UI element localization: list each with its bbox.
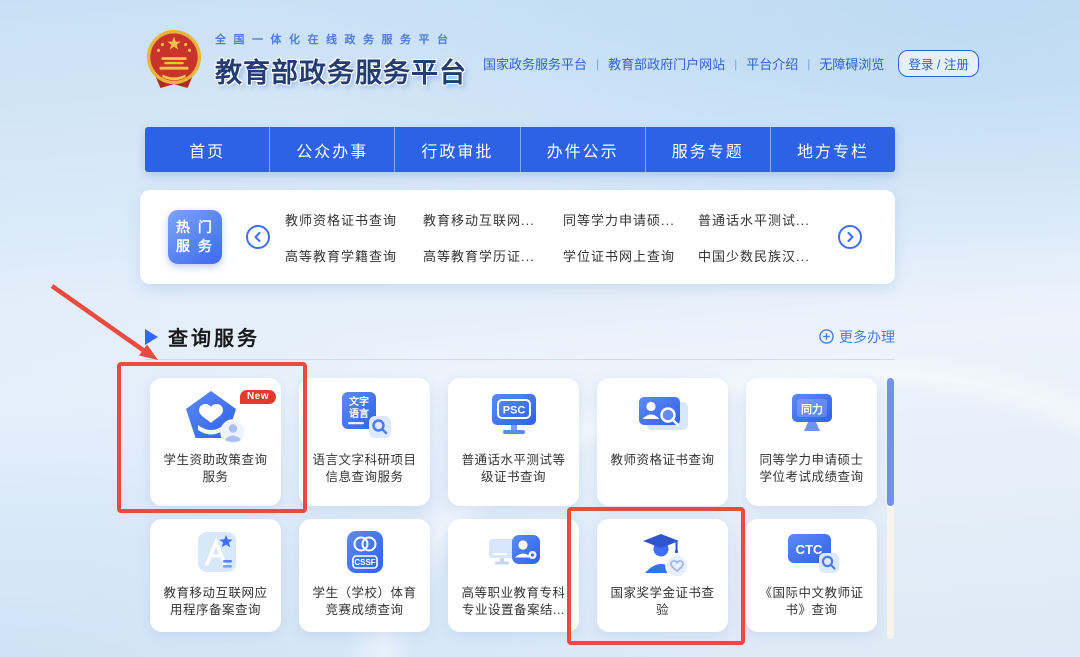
svg-text:PSC: PSC <box>502 405 525 417</box>
hot-services-badge: 热 门 服 务 <box>168 210 222 264</box>
hot-services-panel: 热 门 服 务 教师资格证书查询 教育移动互联网... 同等学力申请硕... 普… <box>140 190 895 284</box>
card-label: 国家奖学金证书查验 <box>610 585 714 619</box>
page: 全国一体化在线政务服务平台 教育部政务服务平台 国家政务服务平台 | 教育部政府… <box>0 0 1080 657</box>
nav-tab-home[interactable]: 首页 <box>145 127 269 172</box>
cssf-icon: CSSF <box>332 529 398 579</box>
service-cards-grid: New 学生资助政策查询服务 文字 语言 <box>150 378 877 632</box>
hot-badge-line2: 服 务 <box>176 237 214 256</box>
card-label: 学生（学校）体育竞赛成绩查询 <box>312 585 416 619</box>
card-edu-app-record-query[interactable]: 教育移动互联网应用程序备案查询 <box>150 519 281 632</box>
link-platform-intro[interactable]: 平台介绍 <box>746 54 798 73</box>
hot-links-grid: 教师资格证书查询 教育移动互联网... 同等学力申请硕... 普通话水平测试..… <box>285 190 850 284</box>
vocational-record-icon <box>481 529 547 579</box>
platform-small-title: 全国一体化在线政务服务平台 <box>215 31 467 47</box>
card-national-scholarship-verify[interactable]: 国家奖学金证书查验 <box>597 519 728 632</box>
hot-scroll-left-button[interactable] <box>246 225 270 249</box>
card-label: 《国际中文教师证书》查询 <box>759 585 863 619</box>
hot-link[interactable]: 学位证书网上查询 <box>563 246 698 265</box>
card-label: 同等学力申请硕士学位考试成绩查询 <box>759 452 863 486</box>
section-divider <box>145 359 895 360</box>
ctc-icon: CTC <box>779 529 845 579</box>
card-label: 教师资格证书查询 <box>610 452 714 469</box>
hot-link[interactable]: 普通话水平测试... <box>698 210 850 229</box>
card-label: 普通话水平测试等级证书查询 <box>461 452 565 486</box>
header: 全国一体化在线政务服务平台 教育部政务服务平台 <box>145 28 467 92</box>
card-tongdengxueli-score-query[interactable]: 同力 同等学力申请硕士学位考试成绩查询 <box>746 378 877 506</box>
chevron-right-icon <box>845 232 855 242</box>
card-language-research-query[interactable]: 文字 语言 语言文字科研项目信息查询服务 <box>299 378 430 506</box>
hot-link[interactable]: 教育移动互联网... <box>423 210 563 229</box>
card-label: 高等职业教育专科专业设置备案结... <box>461 585 565 619</box>
card-school-sports-score-query[interactable]: CSSF 学生（学校）体育竞赛成绩查询 <box>299 519 430 632</box>
separator: | <box>807 57 810 71</box>
hot-link[interactable]: 高等教育学历证... <box>423 246 563 265</box>
nav-tab-service-topics[interactable]: 服务专题 <box>645 127 770 172</box>
card-label: 教育移动互联网应用程序备案查询 <box>163 585 267 619</box>
hot-scroll-right-button[interactable] <box>838 225 862 249</box>
vertical-scrollbar-track[interactable] <box>887 378 894 639</box>
link-accessibility[interactable]: 无障碍浏览 <box>819 54 884 73</box>
platform-titles: 全国一体化在线政务服务平台 教育部政务服务平台 <box>215 31 467 90</box>
more-services-label: 更多办理 <box>839 327 895 347</box>
national-emblem-logo <box>145 28 203 92</box>
svg-text:CTC: CTC <box>795 542 822 557</box>
svg-text:文字: 文字 <box>349 395 369 408</box>
hot-link[interactable]: 中国少数民族汉... <box>698 246 850 265</box>
teacher-certificate-icon <box>630 389 696 445</box>
section-arrow-icon <box>145 329 158 345</box>
scholarship-certificate-icon <box>630 529 696 579</box>
login-register-button[interactable]: 登录 / 注册 <box>898 50 978 77</box>
hot-badge-line1: 热 门 <box>176 218 214 237</box>
card-label: 语言文字科研项目信息查询服务 <box>312 452 416 486</box>
svg-text:CSSF: CSSF <box>354 558 375 567</box>
more-services-link[interactable]: 更多办理 <box>819 327 895 347</box>
platform-title: 教育部政务服务平台 <box>215 51 467 90</box>
main-nav: 首页 公众办事 行政审批 办件公示 服务专题 地方专栏 <box>145 127 895 172</box>
separator: | <box>596 57 599 71</box>
card-international-chinese-teacher-cert-query[interactable]: CTC 《国际中文教师证书》查询 <box>746 519 877 632</box>
link-moe-portal[interactable]: 教育部政府门户网站 <box>608 54 725 73</box>
plus-circle-icon <box>819 329 834 344</box>
header-links: 国家政务服务平台 | 教育部政府门户网站 | 平台介绍 | 无障碍浏览 登录 /… <box>483 50 979 77</box>
vertical-scrollbar-thumb[interactable] <box>887 378 894 506</box>
chevron-left-icon <box>253 232 263 242</box>
student-aid-icon <box>183 389 249 445</box>
hot-link[interactable]: 高等教育学籍查询 <box>285 246 423 265</box>
query-section-header: 查询服务 更多办理 <box>145 322 895 351</box>
app-store-icon <box>183 529 249 579</box>
link-national-platform[interactable]: 国家政务服务平台 <box>483 54 587 73</box>
language-research-icon: 文字 语言 <box>332 389 398 445</box>
separator: | <box>734 57 737 71</box>
svg-text:语言: 语言 <box>349 407 369 420</box>
card-vocational-major-record-query[interactable]: 高等职业教育专科专业设置备案结... <box>448 519 579 632</box>
section-title: 查询服务 <box>168 322 260 351</box>
new-badge: New <box>240 390 276 404</box>
psc-monitor-icon: PSC <box>481 389 547 445</box>
nav-tab-public-affairs[interactable]: 公众办事 <box>269 127 394 172</box>
nav-tab-admin-approval[interactable]: 行政审批 <box>394 127 519 172</box>
card-teacher-certificate-query[interactable]: 教师资格证书查询 <box>597 378 728 506</box>
card-putonghua-certificate-query[interactable]: PSC 普通话水平测试等级证书查询 <box>448 378 579 506</box>
nav-tab-local-columns[interactable]: 地方专栏 <box>770 127 895 172</box>
card-label: 学生资助政策查询服务 <box>163 452 267 486</box>
nav-tab-case-publicity[interactable]: 办件公示 <box>520 127 645 172</box>
tongli-monitor-icon: 同力 <box>779 389 845 445</box>
hot-link[interactable]: 教师资格证书查询 <box>285 210 423 229</box>
svg-text:同力: 同力 <box>801 402 823 416</box>
hot-link[interactable]: 同等学力申请硕... <box>563 210 698 229</box>
card-student-aid-policy[interactable]: New 学生资助政策查询服务 <box>150 378 281 506</box>
